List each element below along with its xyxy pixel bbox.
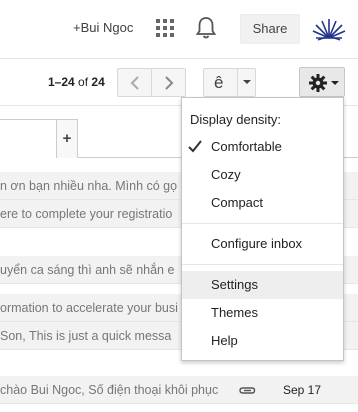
menu-item-label: Cozy (211, 167, 241, 182)
checkmark-icon (188, 140, 202, 153)
message-snippet: chào Bui Ngoc, Số điện thoại khôi phục (0, 383, 219, 397)
chevron-right-icon (165, 76, 174, 90)
message-row[interactable]: chào Bui Ngoc, Số điện thoại khôi phục S… (0, 376, 358, 404)
settings-menu: Display density: Comfortable Cozy Compac… (181, 97, 344, 361)
chevron-down-icon (331, 81, 339, 85)
menu-item-label: Configure inbox (211, 236, 303, 251)
menu-item-label: Settings (211, 277, 258, 292)
menu-item-compact[interactable]: Compact (182, 189, 343, 217)
apps-grid-icon[interactable] (156, 19, 174, 37)
add-tab-button[interactable]: + (56, 119, 78, 158)
pagination-count: 1–24 of 24 (48, 75, 105, 89)
input-tool-glyph: ê (214, 73, 224, 92)
menu-item-themes[interactable]: Themes (182, 299, 343, 327)
bell-icon[interactable] (195, 16, 217, 40)
menu-divider (182, 223, 343, 224)
menu-item-label: Compact (211, 195, 264, 210)
menu-item-cozy[interactable]: Cozy (182, 161, 343, 189)
newer-page-button[interactable] (151, 68, 186, 97)
message-date: Sep 17 (283, 383, 322, 397)
menu-item-label: Themes (211, 305, 258, 320)
pagination-range: 1–24 (48, 75, 75, 89)
menu-item-comfortable[interactable]: Comfortable (182, 133, 343, 161)
chevron-down-icon[interactable] (243, 80, 251, 84)
paperclip-icon (239, 387, 256, 394)
share-button[interactable]: Share (240, 14, 300, 44)
tab-partial[interactable] (0, 119, 58, 158)
older-page-button[interactable] (117, 68, 152, 97)
message-snippet: uyển ca sáng thì anh sẽ nhắn e (0, 263, 175, 277)
top-bar: +Bui Ngoc Share (0, 0, 358, 58)
settings-gear-button[interactable] (299, 67, 345, 97)
menu-item-help[interactable]: Help (182, 327, 343, 355)
menu-item-label: Comfortable (211, 139, 282, 154)
pagination-total: 24 (91, 75, 105, 89)
user-profile-link[interactable]: +Bui Ngoc (73, 20, 133, 35)
menu-divider (182, 264, 343, 265)
message-snippet: n ơn bạn nhiều nha. Mình có gọ (0, 179, 178, 193)
message-snippet: ere to complete your registratio (0, 207, 173, 221)
display-density-heading: Display density: (190, 112, 282, 127)
menu-item-configure-inbox[interactable]: Configure inbox (182, 230, 343, 258)
message-snippet: Son, This is just a quick messa (0, 329, 172, 343)
lotus-logo-icon[interactable] (312, 16, 346, 42)
menu-item-label: Help (211, 333, 238, 348)
gear-icon (309, 74, 327, 92)
pagination-of: of (78, 75, 89, 89)
menu-item-settings[interactable]: Settings (182, 271, 343, 299)
message-snippet: ormation to accelerate your busi (0, 301, 178, 315)
input-tools-button[interactable]: ê (203, 68, 256, 97)
chevron-left-icon (130, 76, 139, 90)
